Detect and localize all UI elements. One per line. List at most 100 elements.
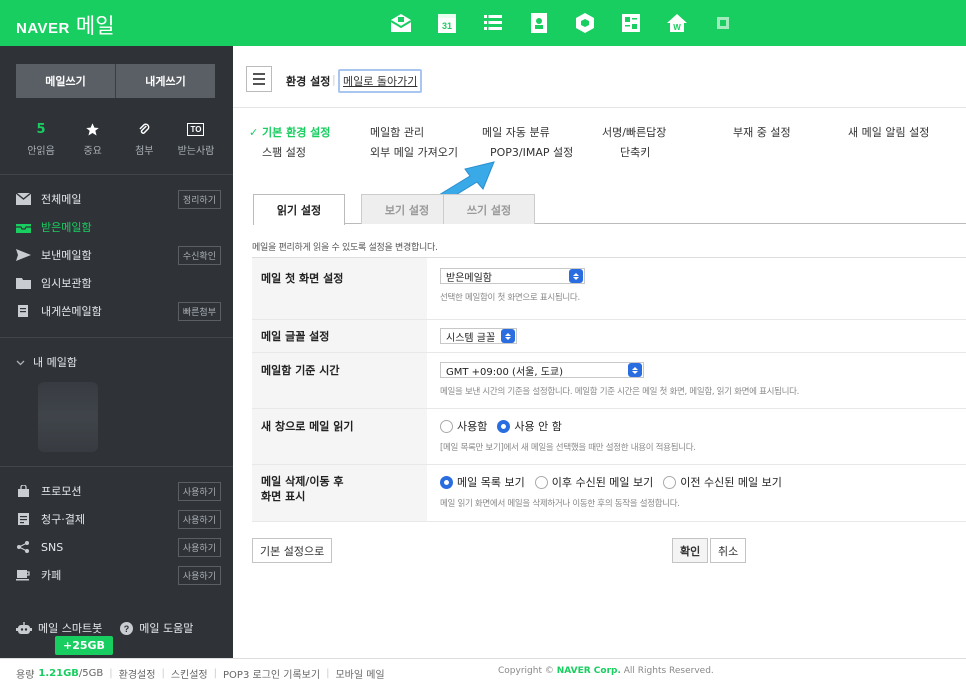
tab-view[interactable]: 보기 설정 xyxy=(361,194,453,224)
cube-app-icon[interactable] xyxy=(572,10,598,36)
page-title: 환경 설정 xyxy=(286,75,331,88)
setting-label: 메일 첫 화면 설정 xyxy=(252,258,427,319)
service-promotion[interactable]: 프로모션 사용하기 xyxy=(16,477,221,505)
compose-button[interactable]: 메일쓰기 xyxy=(16,64,115,98)
use-button[interactable]: 사용하기 xyxy=(177,481,221,501)
read-receipt-button[interactable]: 수신확인 xyxy=(177,245,221,265)
help-link[interactable]: ? 메일 도움말 xyxy=(120,620,193,636)
mail-logo: 메일 xyxy=(75,14,115,38)
unread-count: 5 xyxy=(36,121,46,137)
calendar-day-label: 31 xyxy=(442,21,452,31)
folder-drafts[interactable]: 임시보관함 xyxy=(16,269,221,297)
attachment-label: 첨부 xyxy=(135,146,154,157)
radio-prev-mail[interactable]: 이전 수신된 메일 보기 xyxy=(663,474,782,490)
calendar-app-icon[interactable]: 31 xyxy=(434,10,460,36)
back-to-mail-link[interactable]: 메일로 돌아가기 xyxy=(338,69,423,93)
storage-total: /5GB xyxy=(78,668,104,679)
note-icon xyxy=(16,305,31,317)
nav-spam[interactable]: 스팸 설정 xyxy=(262,144,306,160)
copyright-brand[interactable]: NAVER Corp. xyxy=(557,666,621,676)
service-cafe[interactable]: 카페 사용하기 xyxy=(16,561,221,589)
attachment-filter[interactable]: 첨부 xyxy=(119,120,169,157)
footer-link-skin[interactable]: 스킨설정 xyxy=(171,666,208,681)
timezone-select[interactable]: GMT +09:00 (서울, 도쿄) xyxy=(440,362,644,378)
select-value: GMT +09:00 (서울, 도쿄) xyxy=(446,366,564,378)
folder-sent[interactable]: 보낸메일함 수신확인 xyxy=(16,241,221,269)
setting-value: 받은메일함 선택한 메일함이 첫 화면으로 표시됩니다. xyxy=(427,258,966,319)
service-label: 카페 xyxy=(41,569,62,582)
radio-dot xyxy=(440,419,453,433)
footer-separator: | xyxy=(213,668,218,679)
setting-label: 새 창으로 메일 읽기 xyxy=(252,409,427,464)
use-button[interactable]: 사용하기 xyxy=(177,509,221,529)
self-compose-button[interactable]: 내게쓰기 xyxy=(115,64,215,98)
radio-next-mail[interactable]: 이후 수신된 메일 보기 xyxy=(534,474,653,490)
setting-label: 메일함 기준 시간 xyxy=(252,353,427,408)
tab-description: 메일을 편리하게 읽을 수 있도록 설정을 변경합니다. xyxy=(252,243,438,253)
storage-bonus-badge: +25GB xyxy=(55,636,113,655)
send-icon xyxy=(16,249,31,261)
footer-links: 용량 1.21GB/5GB | 환경설정 | 스킨설정 | POP3 로그인 기… xyxy=(16,666,385,681)
folder-label: 보낸메일함 xyxy=(41,249,92,262)
nav-pop3-imap[interactable]: POP3/IMAP 설정 xyxy=(490,144,573,160)
nav-shortcuts[interactable]: 단축키 xyxy=(620,144,650,160)
use-button[interactable]: 사용하기 xyxy=(177,565,221,585)
important-filter[interactable]: 중요 xyxy=(68,120,118,157)
setting-row-new-window: 새 창으로 메일 읽기 사용함 사용 안 함 [메일 목록만 보기]에서 새 메… xyxy=(252,409,966,465)
contacts-app-icon[interactable] xyxy=(526,10,552,36)
footer-link-settings[interactable]: 환경설정 xyxy=(119,666,156,681)
my-mailbox-toggle[interactable]: 내 메일함 xyxy=(16,354,77,370)
confirm-button[interactable]: 확인 xyxy=(672,538,709,563)
recipient-filter[interactable]: TO 받는사람 xyxy=(171,120,221,157)
footer-link-pop3-log[interactable]: POP3 로그인 기록보기 xyxy=(223,666,320,681)
tab-reading[interactable]: 읽기 설정 xyxy=(253,194,345,225)
footer-separator: | xyxy=(326,668,330,679)
cancel-button[interactable]: 취소 xyxy=(710,538,747,563)
service-sns[interactable]: SNS 사용하기 xyxy=(16,533,221,561)
mail-app-icon[interactable] xyxy=(388,10,414,36)
brand-logo[interactable]: NAVER 메일 xyxy=(16,10,115,40)
folder-label: 전체메일 xyxy=(41,193,82,206)
font-select[interactable]: 시스템 글꼴 xyxy=(440,328,517,344)
menu-toggle-button[interactable] xyxy=(246,66,272,92)
setting-value: GMT +09:00 (서울, 도쿄) 메일을 보낸 시간의 기준을 설정합니다… xyxy=(427,353,966,408)
nav-auto-sort[interactable]: 메일 자동 분류 xyxy=(482,124,550,140)
nav-signature[interactable]: 서명/빠른답장 xyxy=(602,124,666,140)
folder-self[interactable]: 내게쓴메일함 빠른첨부 xyxy=(16,297,221,325)
paperclip-icon xyxy=(119,120,169,138)
inbox-icon xyxy=(16,221,31,233)
copyright-prefix: Copyright © xyxy=(498,666,554,676)
folder-inbox[interactable]: 받은메일함 xyxy=(16,213,221,241)
radio-not-use[interactable]: 사용 안 함 xyxy=(497,418,562,434)
pay-app-icon[interactable]: W xyxy=(664,10,690,36)
blurred-mailbox-list xyxy=(38,382,98,452)
memo-app-icon[interactable] xyxy=(480,10,506,36)
copyright-suffix: All Rights Reserved. xyxy=(623,666,714,676)
quick-attach-button[interactable]: 빠른첨부 xyxy=(177,301,221,321)
svg-text:?: ? xyxy=(124,624,130,634)
receipt-icon xyxy=(16,513,31,525)
more-app-icon[interactable] xyxy=(710,10,736,36)
nav-notification[interactable]: 새 메일 알림 설정 xyxy=(848,124,929,140)
settings-tabs: 읽기 설정 보기 설정 쓰기 설정 xyxy=(253,194,966,225)
tab-writing[interactable]: 쓰기 설정 xyxy=(443,194,535,224)
smartbot-link[interactable]: 메일 스마트봇 xyxy=(16,620,102,636)
unread-filter[interactable]: 5 안읽음 xyxy=(16,120,66,158)
use-button[interactable]: 사용하기 xyxy=(177,537,221,557)
first-screen-select[interactable]: 받은메일함 xyxy=(440,268,585,284)
reset-defaults-button[interactable]: 기본 설정으로 xyxy=(252,538,333,563)
radio-dot xyxy=(440,475,453,489)
radio-list-view[interactable]: 메일 목록 보기 xyxy=(440,474,525,490)
folder-all-mail[interactable]: 전체메일 정리하기 xyxy=(15,185,221,213)
nav-basic-settings[interactable]: ✓ 기본 환경 설정 xyxy=(249,124,330,140)
radio-use[interactable]: 사용함 xyxy=(440,418,487,434)
service-billing[interactable]: 청구·결제 사용하기 xyxy=(16,505,221,533)
footer-separator: | xyxy=(161,668,165,679)
folder-label: 받은메일함 xyxy=(41,221,92,234)
nav-away[interactable]: 부재 중 설정 xyxy=(733,124,791,140)
organize-button[interactable]: 정리하기 xyxy=(177,189,221,209)
sidebar-bottom-links: 메일 스마트봇 ? 메일 도움말 xyxy=(16,620,193,636)
footer-link-mobile[interactable]: 모바일 메일 xyxy=(335,666,384,681)
office-app-icon[interactable] xyxy=(618,10,644,36)
nav-mailbox-manage[interactable]: 메일함 관리 xyxy=(370,124,424,140)
